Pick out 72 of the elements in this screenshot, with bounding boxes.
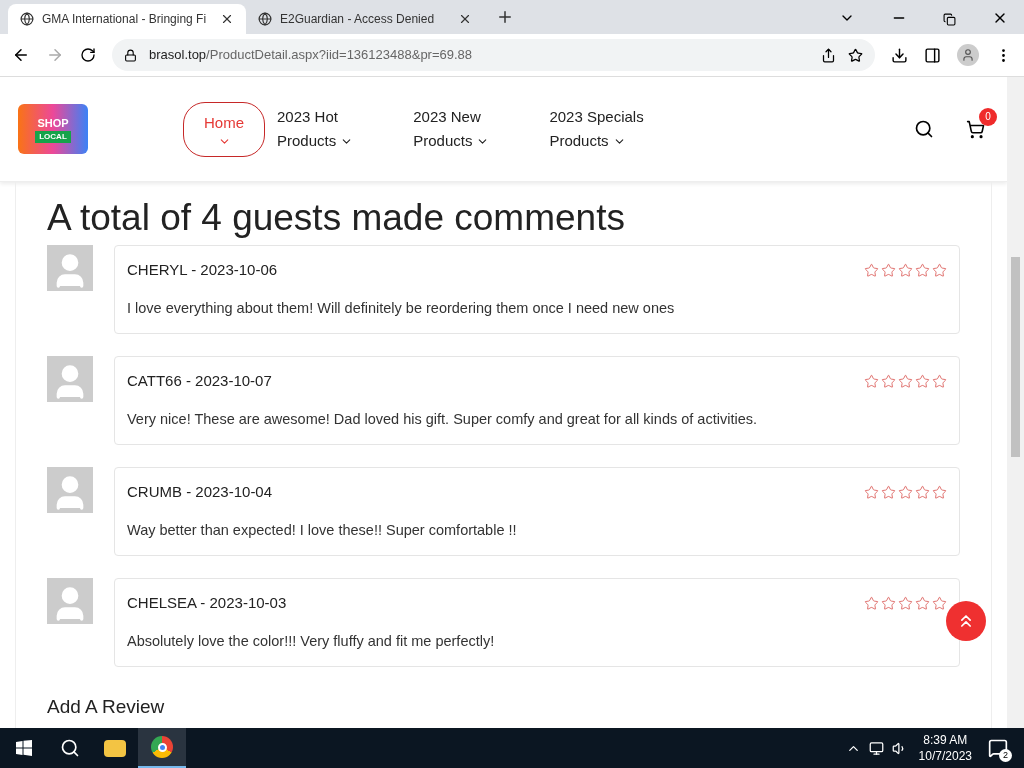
- nav-item[interactable]: 2023 New Products: [413, 105, 490, 153]
- star-icon: [915, 263, 930, 279]
- star-icon: [932, 263, 947, 279]
- nav-item[interactable]: 2023 Specials Products: [549, 105, 644, 153]
- globe-icon: [258, 12, 272, 26]
- profile-avatar[interactable]: [957, 44, 979, 66]
- review-author: CHELSEA - 2023-10-03: [127, 593, 287, 614]
- star-icon: [915, 485, 930, 501]
- star-icon: [932, 596, 947, 612]
- windows-icon: [16, 740, 32, 756]
- new-tab-icon[interactable]: [496, 8, 514, 26]
- cart-badge: 0: [979, 107, 997, 126]
- notification-count: 2: [999, 749, 1012, 762]
- review-author: CATT66 - 2023-10-07: [127, 371, 272, 392]
- star-icon: [898, 374, 913, 390]
- review-text: Very nice! These are awesome! Dad loved his gift. Super comfy and great for all kinds of activities.: [127, 409, 758, 429]
- star-icon: [898, 596, 913, 612]
- review-text: Absolutely love the color!!! Very fluffy and fit me perfectly!: [127, 631, 496, 651]
- cart-icon[interactable]: [966, 119, 985, 139]
- scroll-top-button[interactable]: [946, 601, 986, 641]
- star-icon: [915, 596, 930, 612]
- tab-title: GMA International - Bringing Fi: [42, 11, 208, 28]
- star-icon: [864, 263, 879, 279]
- star-icon: [864, 485, 879, 501]
- star-icon: [881, 374, 896, 390]
- bookmark-star-icon[interactable]: [848, 47, 863, 63]
- star-icon: [864, 596, 879, 612]
- star-icon: [932, 374, 947, 390]
- star-icon: [864, 374, 879, 390]
- reviews-heading: A total of 4 guests made comments: [47, 196, 626, 240]
- avatar-placeholder: [47, 245, 93, 291]
- share-icon[interactable]: [821, 47, 836, 63]
- globe-icon: [20, 12, 34, 26]
- star-icon: [898, 485, 913, 501]
- nav-item[interactable]: Home: [183, 101, 265, 157]
- back-icon[interactable]: [12, 46, 30, 64]
- lock-icon: [124, 48, 137, 62]
- scrollbar[interactable]: [1007, 77, 1024, 728]
- browser-tab[interactable]: GMA International - Bringing Fi: [8, 4, 246, 34]
- folder-icon[interactable]: [104, 739, 126, 757]
- address-bar[interactable]: brasol.top/ProductDetail.aspx?iid=136123488&pr=69.88: [112, 39, 875, 71]
- search-icon[interactable]: [914, 119, 934, 139]
- review-author: CRUMB - 2023-10-04: [127, 482, 273, 503]
- restore-icon[interactable]: [943, 13, 956, 26]
- nav-item[interactable]: 2023 Hot Products: [277, 105, 354, 153]
- clock[interactable]: 8:39 AM 10/7/2023: [918, 732, 972, 764]
- download-icon[interactable]: [891, 46, 908, 64]
- network-icon[interactable]: [868, 740, 884, 756]
- avatar-placeholder: [47, 578, 93, 624]
- close-icon[interactable]: [458, 12, 472, 26]
- chrome-taskbar-icon[interactable]: [138, 728, 186, 768]
- star-icon: [881, 263, 896, 279]
- reload-icon[interactable]: [80, 47, 96, 63]
- avatar-placeholder: [47, 356, 93, 402]
- tab-title: E2Guardian - Access Denied: [280, 11, 436, 28]
- search-icon[interactable]: [60, 738, 80, 758]
- side-panel-icon[interactable]: [924, 46, 941, 64]
- add-review-heading: Add A Review: [47, 695, 166, 719]
- logo-text: LOCAL: [35, 131, 71, 144]
- star-icon: [932, 485, 947, 501]
- star-icon: [898, 263, 913, 279]
- review-text: I love everything about them! Will definitely be reordering them once I need new ones: [127, 298, 676, 318]
- star-icon: [881, 596, 896, 612]
- review-text: Way better than expected! I love these!! Super comfortable !!: [127, 520, 518, 540]
- close-icon[interactable]: [220, 12, 234, 26]
- avatar-placeholder: [47, 467, 93, 513]
- review-author: CHERYL - 2023-10-06: [127, 260, 278, 281]
- url-text: brasol.top/ProductDetail.aspx?iid=136123488&pr=69.88: [149, 46, 474, 65]
- star-icon: [881, 485, 896, 501]
- logo-text: SHOP: [37, 115, 69, 131]
- star-icon: [915, 374, 930, 390]
- browser-tab[interactable]: E2Guardian - Access Denied: [246, 4, 484, 34]
